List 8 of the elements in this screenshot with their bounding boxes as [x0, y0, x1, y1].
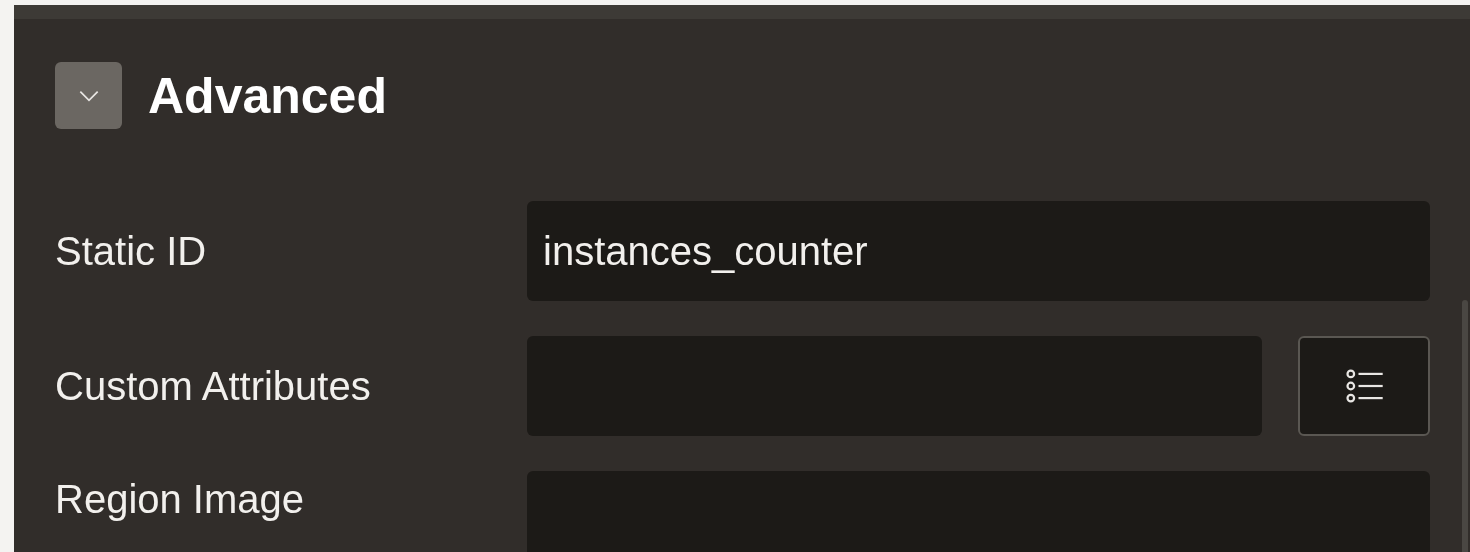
scrollbar[interactable] [1462, 300, 1468, 552]
field-label: Custom Attributes [55, 363, 372, 409]
collapse-toggle[interactable] [55, 62, 122, 129]
section-title: Advanced [148, 66, 387, 125]
list-button[interactable] [1298, 336, 1430, 436]
input-field[interactable]: instances_counter [527, 201, 1430, 301]
field-label: Static ID [55, 228, 208, 274]
field-label: Region Image [55, 477, 306, 522]
